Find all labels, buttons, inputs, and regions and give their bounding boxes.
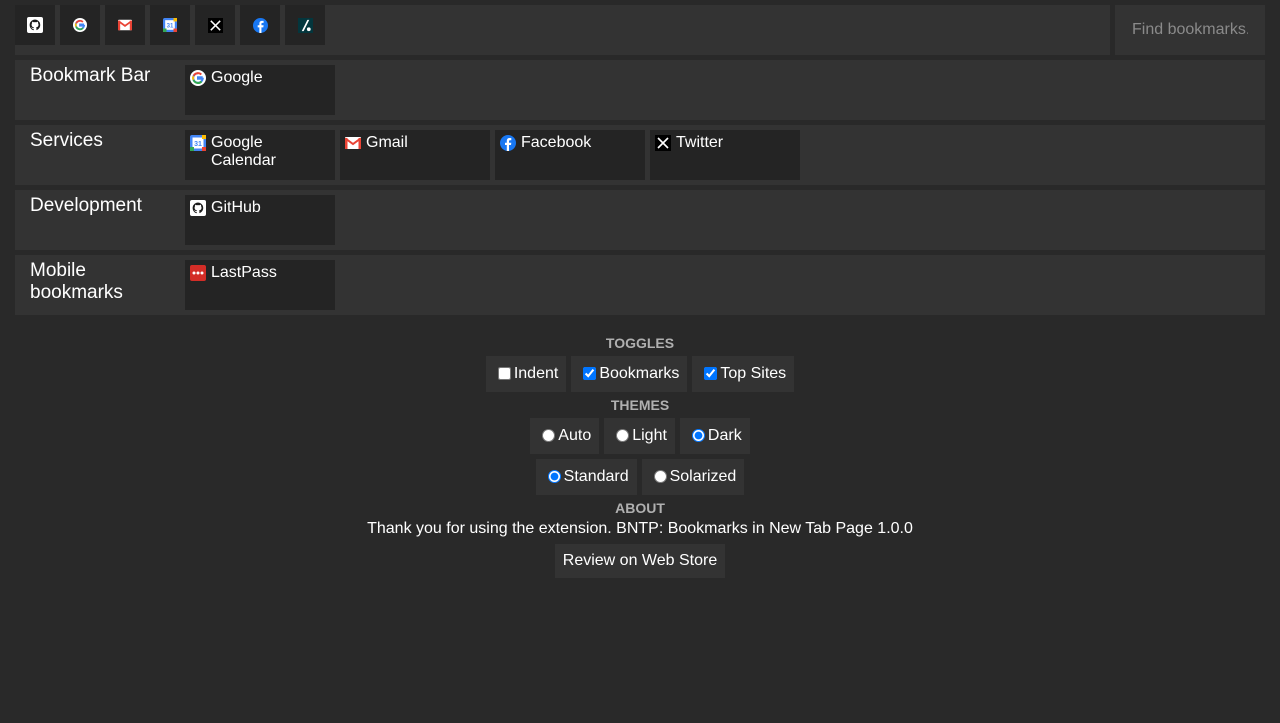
bookmark-google-calendar[interactable]: 31 Google Calendar [185, 130, 335, 180]
review-row: Review on Web Store [0, 544, 1280, 578]
svg-text:31: 31 [167, 23, 174, 30]
theme-label: Light [632, 427, 667, 444]
toggle-bookmarks[interactable]: Bookmarks [571, 356, 688, 392]
top-site-facebook[interactable] [240, 5, 280, 45]
theme-light[interactable]: Light [604, 418, 675, 454]
github-icon [190, 200, 206, 216]
bookmark-label: Twitter [676, 134, 724, 151]
toggle-indent[interactable]: Indent [485, 356, 567, 392]
calendar-icon: 31 [190, 135, 206, 151]
standard-radio[interactable] [547, 469, 561, 483]
bookmark-label: GitHub [211, 199, 261, 216]
theme-style-row: Standard Solarized [0, 459, 1280, 495]
gmail-icon [118, 19, 132, 31]
google-icon [73, 18, 87, 32]
folder-bookmark-bar: Bookmark Bar Google [15, 60, 1265, 120]
bookmark-facebook[interactable]: Facebook [495, 130, 645, 180]
theme-label: Dark [707, 427, 742, 444]
toggle-label: Indent [513, 365, 559, 382]
bookmark-twitter[interactable]: Twitter [650, 130, 800, 180]
zendesk-icon [297, 17, 313, 33]
top-site-github[interactable] [15, 5, 55, 45]
about-title: ABOUT [615, 500, 665, 516]
bookmark-gmail[interactable]: Gmail [340, 130, 490, 180]
about-text: Thank you for using the extension. BNTP:… [367, 520, 913, 537]
search-input[interactable] [1115, 5, 1265, 55]
top-sites-checkbox[interactable] [704, 366, 718, 380]
auto-radio[interactable] [542, 428, 556, 442]
svg-text:31: 31 [194, 141, 202, 148]
toggle-label: Bookmarks [599, 365, 680, 382]
folder-title: Mobile bookmarks [30, 260, 123, 303]
indent-checkbox[interactable] [497, 366, 511, 380]
top-sites-list: 31 [15, 5, 325, 45]
toggle-top-sites[interactable]: Top Sites [692, 356, 795, 392]
facebook-icon [252, 17, 268, 33]
top-site-zendesk[interactable] [285, 5, 325, 45]
calendar-icon: 31 [163, 18, 177, 32]
bookmark-label: Google [211, 69, 263, 86]
review-button[interactable]: Review on Web Store [554, 544, 726, 578]
bookmark-label: Google Calendar [211, 134, 276, 169]
dark-radio[interactable] [691, 428, 705, 442]
theme-label: Auto [558, 427, 592, 444]
solarized-radio[interactable] [653, 469, 667, 483]
bookmark-lastpass[interactable]: LastPass [185, 260, 335, 310]
folder-title: Development [30, 195, 142, 216]
folder-title: Bookmark Bar [30, 65, 151, 86]
bookmarks-checkbox[interactable] [583, 366, 597, 380]
folder-mobile-bookmarks: Mobile bookmarks LastPass [15, 255, 1265, 315]
facebook-icon [500, 135, 516, 151]
gmail-icon [345, 137, 361, 149]
bookmark-label: LastPass [211, 264, 277, 281]
x-icon [655, 135, 671, 151]
x-icon [207, 17, 223, 33]
folder-development: Development GitHub [15, 190, 1265, 250]
top-site-twitter[interactable] [195, 5, 235, 45]
lastpass-icon [190, 265, 206, 281]
theme-auto[interactable]: Auto [530, 418, 600, 454]
bookmark-label: Gmail [366, 134, 408, 151]
folder-title: Services [30, 130, 103, 151]
toggles-row: Indent Bookmarks Top Sites [0, 356, 1280, 392]
theme-label: Solarized [669, 468, 737, 485]
light-radio[interactable] [616, 428, 630, 442]
toggles-title: TOGGLES [605, 335, 675, 351]
folder-services: Services 31 Google Calendar Gmail Facebo… [15, 125, 1265, 185]
bookmark-label: Facebook [521, 134, 592, 151]
google-icon [190, 70, 206, 86]
top-site-calendar[interactable]: 31 [150, 5, 190, 45]
top-site-google[interactable] [60, 5, 100, 45]
theme-label: Standard [563, 468, 629, 485]
theme-standard[interactable]: Standard [535, 459, 637, 495]
bookmark-google[interactable]: Google [185, 65, 335, 115]
theme-mode-row: Auto Light Dark [0, 418, 1280, 454]
themes-title: THEMES [610, 397, 670, 413]
bookmark-github[interactable]: GitHub [185, 195, 335, 245]
top-site-gmail[interactable] [105, 5, 145, 45]
github-icon [27, 17, 43, 33]
theme-dark[interactable]: Dark [679, 418, 750, 454]
theme-solarized[interactable]: Solarized [641, 459, 745, 495]
toggle-label: Top Sites [720, 365, 787, 382]
